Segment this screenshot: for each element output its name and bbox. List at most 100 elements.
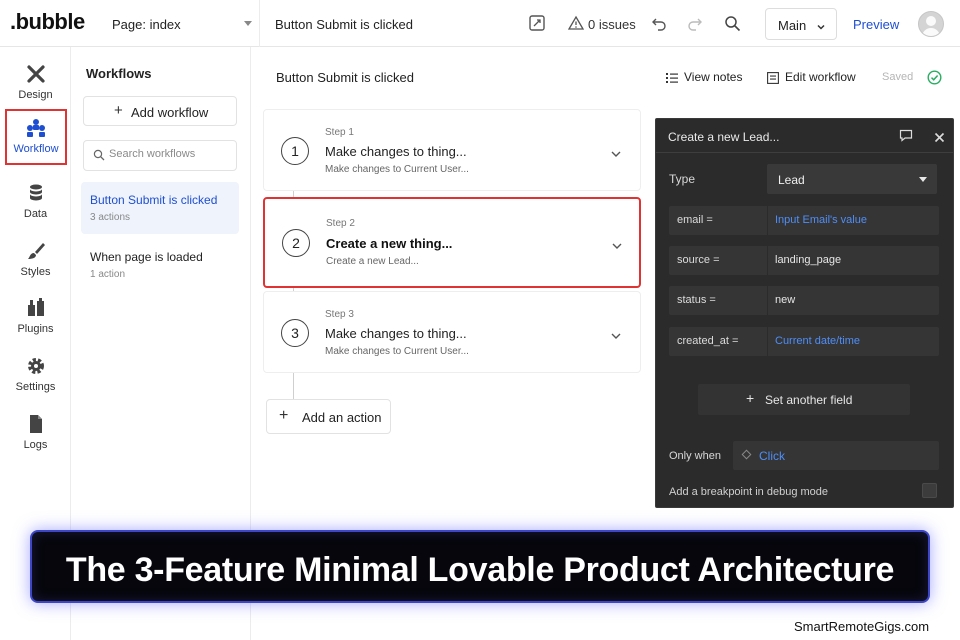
warning-icon[interactable] (567, 15, 585, 36)
saved-status: Saved (882, 71, 914, 83)
type-dropdown[interactable]: Lead (767, 164, 937, 194)
step-title: Make changes to thing... (325, 326, 467, 341)
search-icon[interactable] (724, 15, 741, 37)
workflow-name: When page is loaded (90, 250, 203, 264)
workflows-heading: Workflows (86, 66, 152, 81)
field-value[interactable]: landing_page (775, 254, 841, 266)
only-when-value[interactable]: Click (759, 449, 785, 463)
field-value[interactable]: new (775, 294, 795, 306)
set-another-field-label: Set another field (765, 393, 853, 407)
responsive-icon[interactable] (528, 14, 546, 37)
caret-down-icon (244, 21, 252, 26)
bubble-logo[interactable]: .bubble (10, 9, 85, 35)
chevron-down-icon (816, 19, 826, 37)
page-selector[interactable]: Page: index (100, 0, 260, 47)
field-divider (767, 206, 768, 235)
workflow-name: Button Submit is clicked (90, 193, 218, 207)
document-icon (25, 413, 47, 435)
gear-icon (25, 355, 47, 377)
workflow-action-count: 1 action (90, 269, 126, 280)
check-circle-icon (927, 70, 942, 90)
rail-item-design[interactable]: Design (0, 57, 71, 113)
field-row-source[interactable]: source = landing_page (669, 246, 939, 275)
rail-item-label: Workflow (13, 143, 59, 155)
user-avatar[interactable] (918, 11, 944, 37)
field-row-email[interactable]: email = Input Email's value (669, 206, 939, 235)
edit-icon (767, 71, 779, 89)
search-icon (93, 149, 105, 161)
chevron-down-icon[interactable] (611, 239, 623, 257)
field-key: source = (677, 254, 720, 266)
step-title: Create a new thing... (326, 236, 453, 251)
add-action-label: Add an action (302, 410, 382, 425)
rail-item-label: Data (23, 208, 48, 220)
close-icon[interactable] (934, 130, 945, 148)
undo-icon[interactable] (651, 15, 667, 36)
rail-item-data[interactable]: Data (0, 176, 71, 232)
field-row-status[interactable]: status = new (669, 286, 939, 315)
plus-icon: + (279, 407, 289, 424)
field-value[interactable]: Input Email's value (775, 214, 867, 226)
rail-item-label: Plugins (17, 323, 54, 335)
rail-item-plugins[interactable]: Plugins (0, 291, 71, 347)
branch-selector[interactable]: Main (765, 8, 837, 40)
comment-icon[interactable] (899, 129, 913, 147)
workflow-list-item[interactable]: When page is loaded 1 action (81, 239, 239, 291)
plugin-icon (25, 297, 47, 319)
breakpoint-checkbox[interactable] (922, 483, 937, 498)
workflow-icon (25, 117, 47, 139)
breakpoint-label: Add a breakpoint in debug mode (669, 486, 829, 498)
rail-item-styles[interactable]: Styles (0, 234, 71, 290)
workflow-action-count: 3 actions (90, 212, 131, 223)
branch-label: Main (778, 18, 807, 33)
plus-icon: + (746, 390, 755, 406)
add-action-button[interactable]: + Add an action (266, 399, 391, 434)
step-subtitle: Create a new Lead... (326, 256, 419, 267)
rail-item-label: Settings (15, 381, 56, 393)
rail-item-logs[interactable]: Logs (0, 407, 71, 463)
type-label: Type (669, 172, 696, 186)
only-when-condition-field[interactable]: Click (733, 441, 939, 470)
step-label: Step 3 (325, 309, 354, 320)
edit-workflow-button[interactable]: Edit workflow (785, 70, 856, 84)
workflow-step-3[interactable]: 3 Step 3 Make changes to thing... Make c… (263, 291, 641, 373)
add-workflow-label: Add workflow (131, 105, 209, 120)
only-when-label: Only when (669, 450, 721, 462)
top-bar: .bubble Page: index Button Submit is cli… (0, 0, 960, 47)
field-value[interactable]: Current date/time (775, 335, 860, 347)
workflow-step-2[interactable]: 2 Step 2 Create a new thing... Create a … (263, 197, 641, 288)
field-row-created-at[interactable]: created_at = Current date/time (669, 327, 939, 356)
search-workflows-field[interactable] (83, 140, 237, 171)
redo-icon[interactable] (687, 15, 703, 36)
workflow-step-1[interactable]: 1 Step 1 Make changes to thing... Make c… (263, 109, 641, 191)
field-divider (767, 327, 768, 356)
add-workflow-button[interactable]: + Add workflow (83, 96, 237, 126)
field-divider (767, 286, 768, 315)
field-divider (767, 246, 768, 275)
action-editor-panel: Create a new Lead... Type Lead email = I… (655, 118, 954, 508)
diamond-icon (741, 449, 752, 460)
workflow-list-item[interactable]: Button Submit is clicked 3 actions (81, 182, 239, 234)
preview-link[interactable]: Preview (853, 17, 899, 32)
page-selector-label: Page: index (112, 17, 181, 32)
set-another-field-button[interactable]: + Set another field (698, 384, 910, 415)
type-value: Lead (778, 173, 805, 187)
database-icon (25, 182, 47, 204)
rail-item-label: Design (18, 89, 53, 101)
editor-title: Create a new Lead... (668, 130, 780, 144)
step-label: Step 1 (325, 127, 354, 138)
field-key: email = (677, 214, 713, 226)
rail-item-settings[interactable]: Settings (0, 349, 71, 405)
watermark: SmartRemoteGigs.com (794, 619, 930, 634)
chevron-down-icon[interactable] (610, 147, 622, 165)
search-workflows-input[interactable] (109, 148, 229, 160)
brush-icon (25, 240, 47, 262)
rail-item-workflow[interactable]: Workflow (5, 109, 67, 165)
banner-text: The 3-Feature Minimal Lovable Product Ar… (65, 551, 895, 589)
current-workflow-title: Button Submit is clicked (275, 17, 414, 32)
issues-count[interactable]: 0 issues (588, 17, 636, 32)
step-title: Make changes to thing... (325, 144, 467, 159)
view-notes-button[interactable]: View notes (684, 70, 742, 84)
chevron-down-icon[interactable] (610, 329, 622, 347)
step-number: 3 (281, 319, 309, 347)
